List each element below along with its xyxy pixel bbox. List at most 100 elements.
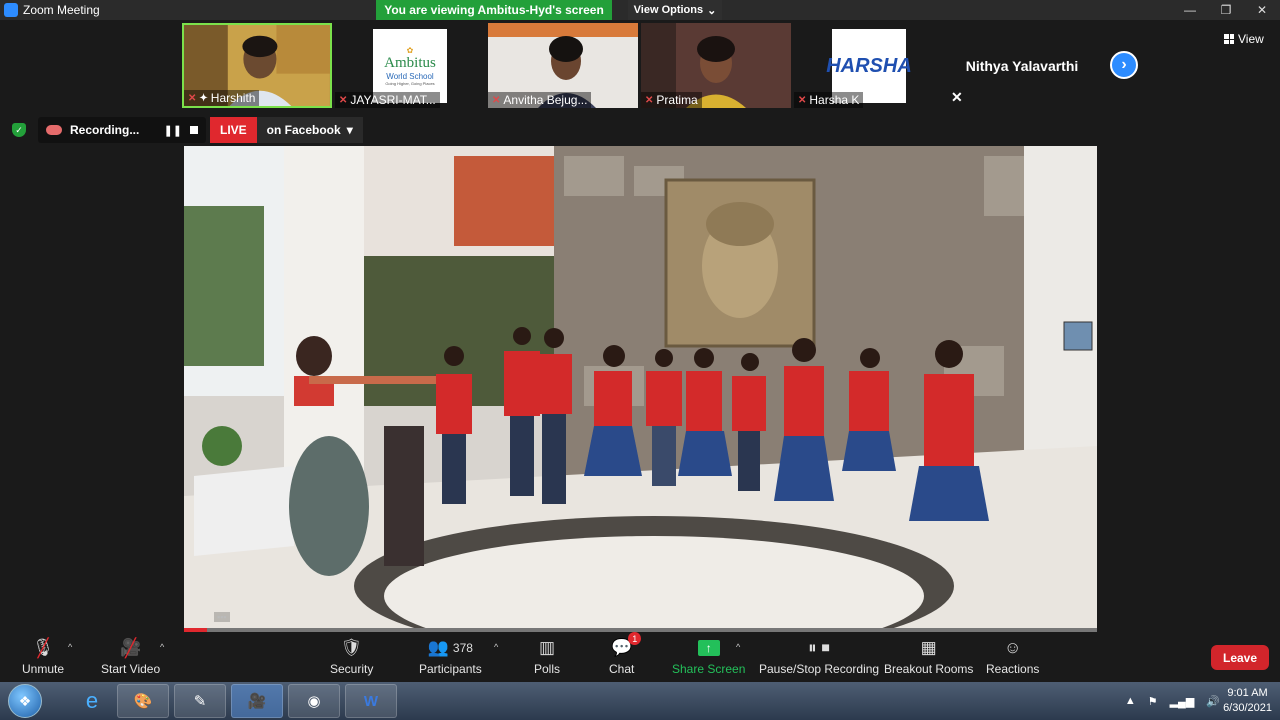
polls-icon: ▥ — [538, 638, 556, 657]
unmute-label: Unmute — [22, 662, 65, 676]
minimize-button[interactable]: — — [1172, 0, 1208, 20]
participants-options-caret[interactable]: ^ — [494, 642, 498, 652]
pin-icon: ✦ — [199, 92, 208, 104]
polls-button[interactable]: ▥ Polls — [534, 638, 560, 676]
meeting-toolbar: 🎙 ╱ Unmute ^ 🎥 ╱ Start Video ^ 🛡 Security … — [0, 632, 1280, 682]
mic-off-icon: ✕ — [339, 94, 348, 106]
restore-button[interactable]: ❐ — [1208, 0, 1244, 20]
video-options-caret[interactable]: ^ — [160, 642, 164, 652]
participant-tile[interactable]: Nithya Yalavarthi ✕ — [947, 23, 1097, 108]
logo-subtitle: World School — [386, 72, 434, 81]
share-options-caret[interactable]: ^ — [736, 642, 740, 652]
system-tray: ▲ ⚑ ▂▄▆ 🔊 — [1125, 682, 1220, 720]
pause-recording-button[interactable]: ❚❚ — [164, 124, 182, 137]
recording-bar: Recording... ❚❚ — [38, 117, 206, 143]
taskbar-clock[interactable]: 9:01 AM 6/30/2021 — [1223, 686, 1272, 716]
live-destination-label: on Facebook — [266, 123, 341, 137]
security-button[interactable]: 🛡 Security — [330, 638, 373, 676]
participant-tile[interactable]: ✿ Ambitus World School Going Higher, Goi… — [335, 23, 485, 108]
participant-name: Anvitha Bejug... — [503, 93, 588, 107]
breakout-rooms-icon: ▦ — [920, 638, 937, 657]
participant-namebar: ✕ ✦ Harshith — [184, 90, 260, 106]
word-icon[interactable]: W — [345, 684, 397, 718]
live-destination-dropdown[interactable]: on Facebook ▾ — [256, 117, 363, 143]
participant-namebar: ✕ JAYASRI-MAT... — [335, 92, 440, 108]
view-button[interactable]: View — [1224, 32, 1264, 46]
share-screen-button[interactable]: ↑ Share Screen — [672, 638, 745, 676]
shield-icon: 🛡 — [340, 638, 363, 657]
logo-tagline: Going Higher, Going Places — [385, 81, 435, 86]
participant-name: Pratima — [656, 93, 698, 107]
mic-off-icon: ✕ — [188, 92, 197, 104]
mic-off-icon: ✕ — [798, 94, 807, 106]
video-off-icon: 🎥 ╱ — [119, 637, 142, 658]
participant-name: JAYASRI-MAT... — [350, 93, 436, 107]
reactions-label: Reactions — [986, 662, 1040, 676]
recording-controls-label: Pause/Stop Recording — [759, 662, 880, 676]
live-stream-bar: LIVE on Facebook ▾ — [210, 117, 363, 143]
participant-count: 378 — [452, 641, 473, 655]
pause-stop-recording-button[interactable]: ⏸ ⏹ Pause/Stop Recording — [759, 638, 879, 676]
participant-tile[interactable]: ✕ Anvitha Bejug... — [488, 23, 638, 108]
clock-time: 9:01 AM — [1227, 687, 1268, 699]
start-video-label: Start Video — [101, 662, 161, 676]
close-button[interactable]: ✕ — [1244, 0, 1280, 20]
mic-off-icon: ✕ — [951, 89, 963, 105]
chevron-down-icon: ⌄ — [707, 4, 717, 17]
grid-icon — [1224, 34, 1234, 44]
leave-button[interactable]: Leave — [1211, 645, 1269, 670]
smiley-icon: ☺ — [1004, 638, 1022, 657]
participant-name: Nithya Yalavarthi — [965, 57, 1079, 74]
live-badge: LIVE — [210, 117, 257, 143]
participant-namebar: ✕ Harsha K — [794, 92, 864, 108]
zoom-app-icon — [4, 3, 18, 17]
chat-badge: 1 — [628, 632, 642, 645]
zoom-taskbar-icon[interactable]: 🎥 — [231, 684, 283, 718]
clock-date: 6/30/2021 — [1223, 702, 1272, 714]
pause-stop-icon: ⏸ ⏹ — [808, 638, 830, 657]
cloud-recording-icon — [46, 125, 62, 135]
view-options-label: View Options — [633, 4, 704, 16]
tray-expand-icon[interactable]: ▲ — [1125, 695, 1136, 707]
participant-tile[interactable]: ✕ Pratima — [641, 23, 791, 108]
volume-icon[interactable]: 🔊 — [1206, 695, 1220, 708]
logo-text: HARSHA — [826, 54, 912, 77]
chevron-right-icon: › — [1121, 56, 1127, 73]
paint-app-icon[interactable]: 🎨 — [117, 684, 169, 718]
windows-taskbar: ❖ e 🎨 ✎ 🎥 ◉ W ▲ ⚑ ▂▄▆ 🔊 9:01 AM 6/30/202… — [0, 682, 1280, 720]
next-page-button[interactable]: › — [1110, 51, 1138, 79]
shared-screen[interactable]: ▪▪▪ — [184, 146, 1097, 632]
audio-options-caret[interactable]: ^ — [68, 642, 72, 652]
reactions-button[interactable]: ☺ Reactions — [986, 638, 1039, 676]
stop-recording-button[interactable] — [190, 126, 198, 134]
participant-name: Harshith — [210, 91, 256, 105]
chat-icon: 💬 1 — [611, 632, 642, 658]
window-title: Zoom Meeting — [23, 3, 100, 17]
start-video-button[interactable]: 🎥 ╱ Start Video — [101, 637, 161, 677]
participants-button[interactable]: 👥 378 Participants — [419, 638, 482, 676]
view-label: View — [1238, 32, 1264, 46]
chat-label: Chat — [609, 662, 635, 676]
chrome-icon[interactable]: ◉ — [288, 684, 340, 718]
logo-title: Ambitus — [384, 55, 436, 71]
participant-namebar: ✕ Anvitha Bejug... — [488, 92, 592, 108]
participant-tile[interactable]: ✕ ✦ Harshith — [182, 23, 332, 108]
windows-start-button[interactable]: ❖ — [8, 684, 42, 718]
network-signal-icon[interactable]: ▂▄▆ — [1170, 695, 1195, 708]
mic-muted-icon: 🎙 ╱ — [32, 637, 54, 658]
tools-app-icon[interactable]: ✎ — [174, 684, 226, 718]
mic-off-icon: ✕ — [645, 94, 654, 106]
mic-off-icon: ✕ — [492, 94, 501, 106]
chat-button[interactable]: 💬 1 Chat — [609, 632, 642, 676]
unmute-button[interactable]: 🎙 ╱ Unmute — [22, 637, 65, 677]
action-center-flag-icon[interactable]: ⚑ — [1148, 695, 1158, 708]
shield-icon[interactable]: ✓ — [12, 123, 26, 137]
participant-tile[interactable]: HARSHA ✕ Harsha K — [794, 23, 944, 108]
logo-mark-icon: ✿ — [406, 46, 414, 55]
window-controls: — ❐ ✕ — [1172, 0, 1280, 20]
participants-icon: 👥 378 — [427, 638, 473, 657]
breakout-rooms-label: Breakout Rooms — [884, 662, 974, 676]
breakout-rooms-button[interactable]: ▦ Breakout Rooms — [884, 638, 973, 676]
view-options-button[interactable]: View Options ⌄ — [628, 0, 722, 20]
internet-explorer-icon[interactable]: e — [72, 684, 112, 718]
